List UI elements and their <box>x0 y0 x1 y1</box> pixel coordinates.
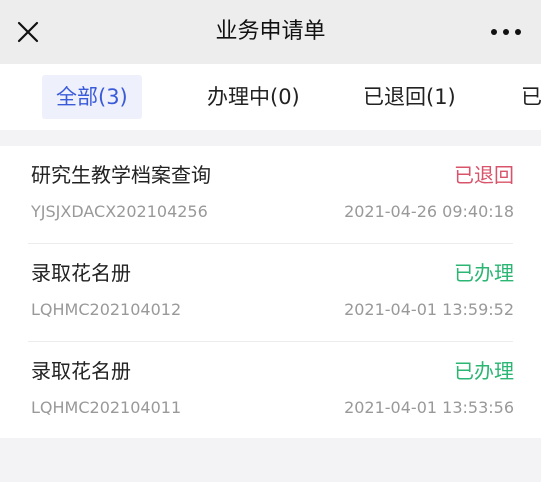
tab-bar: 全部(3) 办理中(0) 已退回(1) 已 <box>0 64 541 130</box>
list-item[interactable]: 研究生教学档案查询 已退回 YJSJXDACX202104256 2021-04… <box>0 146 541 243</box>
item-name: 研究生教学档案查询 <box>31 163 211 187</box>
status-badge: 已退回 <box>454 163 514 187</box>
more-dots-icon <box>515 29 521 35</box>
header-bar: 业务申请单 <box>0 0 541 64</box>
more-dots-icon <box>491 29 497 35</box>
application-list: 研究生教学档案查询 已退回 YJSJXDACX202104256 2021-04… <box>0 146 541 438</box>
tab-returned[interactable]: 已退回(1) <box>363 75 456 119</box>
status-badge: 已办理 <box>454 359 514 383</box>
item-timestamp: 2021-04-01 13:59:52 <box>344 300 514 319</box>
list-item[interactable]: 录取花名册 已办理 LQHMC202104011 2021-04-01 13:5… <box>0 342 541 439</box>
tab-all[interactable]: 全部(3) <box>42 75 142 119</box>
item-name: 录取花名册 <box>31 261 131 285</box>
page: 业务申请单 全部(3) 办理中(0) 已退回(1) 已 研究生教学档案查询 已退… <box>0 0 541 482</box>
page-title: 业务申请单 <box>215 19 326 44</box>
item-code: LQHMC202104011 <box>31 398 182 417</box>
more-dots-icon <box>503 29 509 35</box>
section-gap <box>0 130 541 146</box>
item-code: LQHMC202104012 <box>31 300 182 319</box>
list-item[interactable]: 录取花名册 已办理 LQHMC202104012 2021-04-01 13:5… <box>0 244 541 341</box>
tab-in-progress[interactable]: 办理中(0) <box>207 75 300 119</box>
item-timestamp: 2021-04-26 09:40:18 <box>344 202 514 221</box>
tab-completed[interactable]: 已 <box>521 75 541 119</box>
item-code: YJSJXDACX202104256 <box>31 202 208 221</box>
item-timestamp: 2021-04-01 13:53:56 <box>344 398 514 417</box>
status-badge: 已办理 <box>454 261 514 285</box>
item-name: 录取花名册 <box>31 359 131 383</box>
more-button[interactable] <box>491 18 521 46</box>
